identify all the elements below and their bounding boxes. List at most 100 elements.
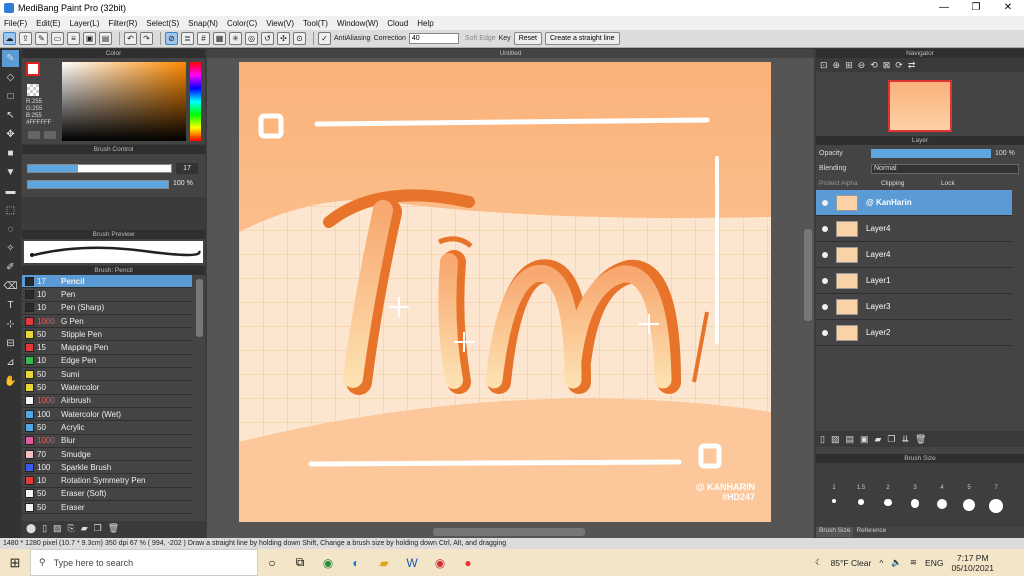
shape-tool-icon[interactable]: ■: [2, 145, 19, 162]
minimize-button[interactable]: —: [928, 0, 960, 16]
zoom-fit-icon[interactable]: ⊡: [820, 60, 828, 71]
brush-tool-icon[interactable]: ✎: [2, 50, 19, 67]
word-icon[interactable]: W: [398, 549, 426, 576]
color-mode-button[interactable]: [28, 131, 40, 139]
new-layer-icon[interactable]: ▯: [820, 434, 825, 445]
close-button[interactable]: ✕: [992, 0, 1024, 16]
brush-list-item[interactable]: 70 Smudge: [22, 448, 192, 462]
brush-delete-icon[interactable]: 🗑: [108, 523, 119, 534]
menu-select[interactable]: Select(S): [146, 19, 179, 28]
comment-icon[interactable]: ✎: [35, 32, 48, 45]
select-tool-icon[interactable]: ↖: [2, 107, 19, 124]
fit-window-icon[interactable]: ⊠: [883, 60, 891, 71]
select-pen-icon[interactable]: ✐: [2, 259, 19, 276]
layer-row[interactable]: @ KanHarin: [816, 190, 1012, 216]
lasso-select-icon[interactable]: ◌: [2, 221, 19, 238]
straight-line-button[interactable]: Create a straight line: [544, 32, 620, 45]
windows-start-icon[interactable]: ⊞: [0, 549, 30, 576]
menu-edit[interactable]: Edit(E): [36, 19, 60, 28]
brush-list-item[interactable]: 50 Watercolor: [22, 381, 192, 395]
undo-icon[interactable]: ↶: [124, 32, 137, 45]
volume-icon[interactable]: 🔈: [891, 557, 902, 568]
taskbar-search[interactable]: ⚲ Type here to search: [30, 549, 258, 576]
menu-color[interactable]: Color(C): [227, 19, 257, 28]
lang-indicator[interactable]: ENG: [925, 558, 943, 568]
brush-duplicate-icon[interactable]: ❐: [94, 523, 102, 534]
brush-opacity-slider[interactable]: [27, 180, 169, 189]
cloud-icon[interactable]: ☁: [3, 32, 16, 45]
fill-tool-icon[interactable]: ▼: [2, 164, 19, 181]
zoom-actual-icon[interactable]: ⊞: [845, 60, 853, 71]
maximize-button[interactable]: ❐: [960, 0, 992, 16]
brush-size-value[interactable]: 17: [176, 163, 198, 174]
correction-select[interactable]: 40: [408, 33, 459, 44]
brush-list-item[interactable]: 100 Watercolor (Wet): [22, 408, 192, 422]
layer-visibility-icon[interactable]: [822, 277, 828, 284]
reset-button[interactable]: Reset: [513, 32, 542, 45]
brush-list-scrollbar[interactable]: [196, 279, 203, 337]
snap-off-icon[interactable]: ⊘: [165, 32, 178, 45]
gradient-tool-icon[interactable]: ▬: [2, 183, 19, 200]
rect-select-icon[interactable]: ⬚: [2, 202, 19, 219]
brush-size-preset[interactable]: 5: [957, 485, 981, 511]
soft-edge-label[interactable]: Soft Edge: [465, 35, 496, 42]
rotate-right-icon[interactable]: ⟳: [895, 60, 903, 71]
list-icon[interactable]: ≡: [67, 32, 80, 45]
move-tool-icon[interactable]: ✥: [2, 126, 19, 143]
layer-row[interactable]: Layer3: [816, 294, 1012, 320]
concentric-snap-icon[interactable]: ◎: [245, 32, 258, 45]
layer-menu-icon[interactable]: ▣: [860, 434, 869, 445]
parallel-snap-icon[interactable]: ≣: [181, 32, 194, 45]
rotate-left-icon[interactable]: ⟲: [870, 60, 878, 71]
brush-list-item[interactable]: 50 Acrylic: [22, 421, 192, 435]
brush-add-icon[interactable]: ⬤: [26, 523, 36, 534]
menu-file[interactable]: File(F): [4, 19, 27, 28]
brush-size-tab[interactable]: Brush Size: [816, 527, 854, 537]
reference-tab[interactable]: Reference: [853, 527, 889, 537]
weather-icon[interactable]: ☾: [815, 557, 823, 568]
menu-tool[interactable]: Tool(T): [303, 19, 328, 28]
menu-window[interactable]: Window(W): [337, 19, 378, 28]
brush-size-preset[interactable]: 1: [822, 485, 846, 503]
chrome-icon[interactable]: ◉: [314, 549, 342, 576]
layer-visibility-icon[interactable]: [822, 329, 828, 336]
color-picker-button[interactable]: [44, 131, 56, 139]
frame-tool-icon[interactable]: ⊟: [2, 335, 19, 352]
wifi-icon[interactable]: ≋: [910, 557, 917, 568]
brush-size-preset[interactable]: 3: [903, 485, 927, 508]
medibang-taskbar-icon[interactable]: ●: [454, 549, 482, 576]
brush-list-item[interactable]: 10 Edge Pen: [22, 355, 192, 369]
perspective-snap-icon[interactable]: ▦: [213, 32, 226, 45]
brush-list-item[interactable]: 15 Mapping Pen: [22, 341, 192, 355]
canvas-horizontal-scrollbar[interactable]: [433, 528, 585, 536]
layer-row[interactable]: Layer4: [816, 216, 1012, 242]
foreground-color-swatch[interactable]: [26, 62, 40, 76]
menu-snap[interactable]: Snap(N): [188, 19, 218, 28]
layer-row[interactable]: Layer4: [816, 242, 1012, 268]
curve-snap-icon[interactable]: ↺: [261, 32, 274, 45]
target-snap-icon[interactable]: ⊙: [293, 32, 306, 45]
brush-size-slider[interactable]: [27, 164, 172, 173]
operation-tool-icon[interactable]: ⊹: [2, 316, 19, 333]
menu-help[interactable]: Help: [417, 19, 433, 28]
new-halftone-layer-icon[interactable]: ▨: [831, 434, 840, 445]
zoom-in-icon[interactable]: ⊕: [833, 60, 841, 71]
zoom-out-icon[interactable]: ⊖: [858, 60, 866, 71]
layer-visibility-icon[interactable]: [822, 225, 828, 232]
brush-list-item[interactable]: 1000 G Pen: [22, 315, 192, 329]
layer-delete-icon[interactable]: 🗑: [915, 434, 926, 445]
brush-copy-icon[interactable]: ⎘: [68, 523, 75, 534]
flip-icon[interactable]: ⇄: [908, 60, 916, 71]
hue-slider[interactable]: [190, 62, 201, 141]
grid-snap-icon[interactable]: #: [197, 32, 210, 45]
brush-list-item[interactable]: 50 Sumi: [22, 368, 192, 382]
cortana-icon[interactable]: ○: [258, 549, 286, 576]
brush-size-preset[interactable]: 4: [930, 485, 954, 510]
weather-text[interactable]: 85°F Clear: [831, 558, 872, 568]
layer-row[interactable]: Layer1: [816, 268, 1012, 294]
brush-list-item[interactable]: 100 Sparkle Brush: [22, 461, 192, 475]
select-eraser-icon[interactable]: ⌫: [2, 278, 19, 295]
brush-list-item[interactable]: 10 Rotation Symmetry Pen: [22, 474, 192, 488]
layer-visibility-icon[interactable]: [822, 199, 828, 206]
export-icon[interactable]: ⇪: [19, 32, 32, 45]
